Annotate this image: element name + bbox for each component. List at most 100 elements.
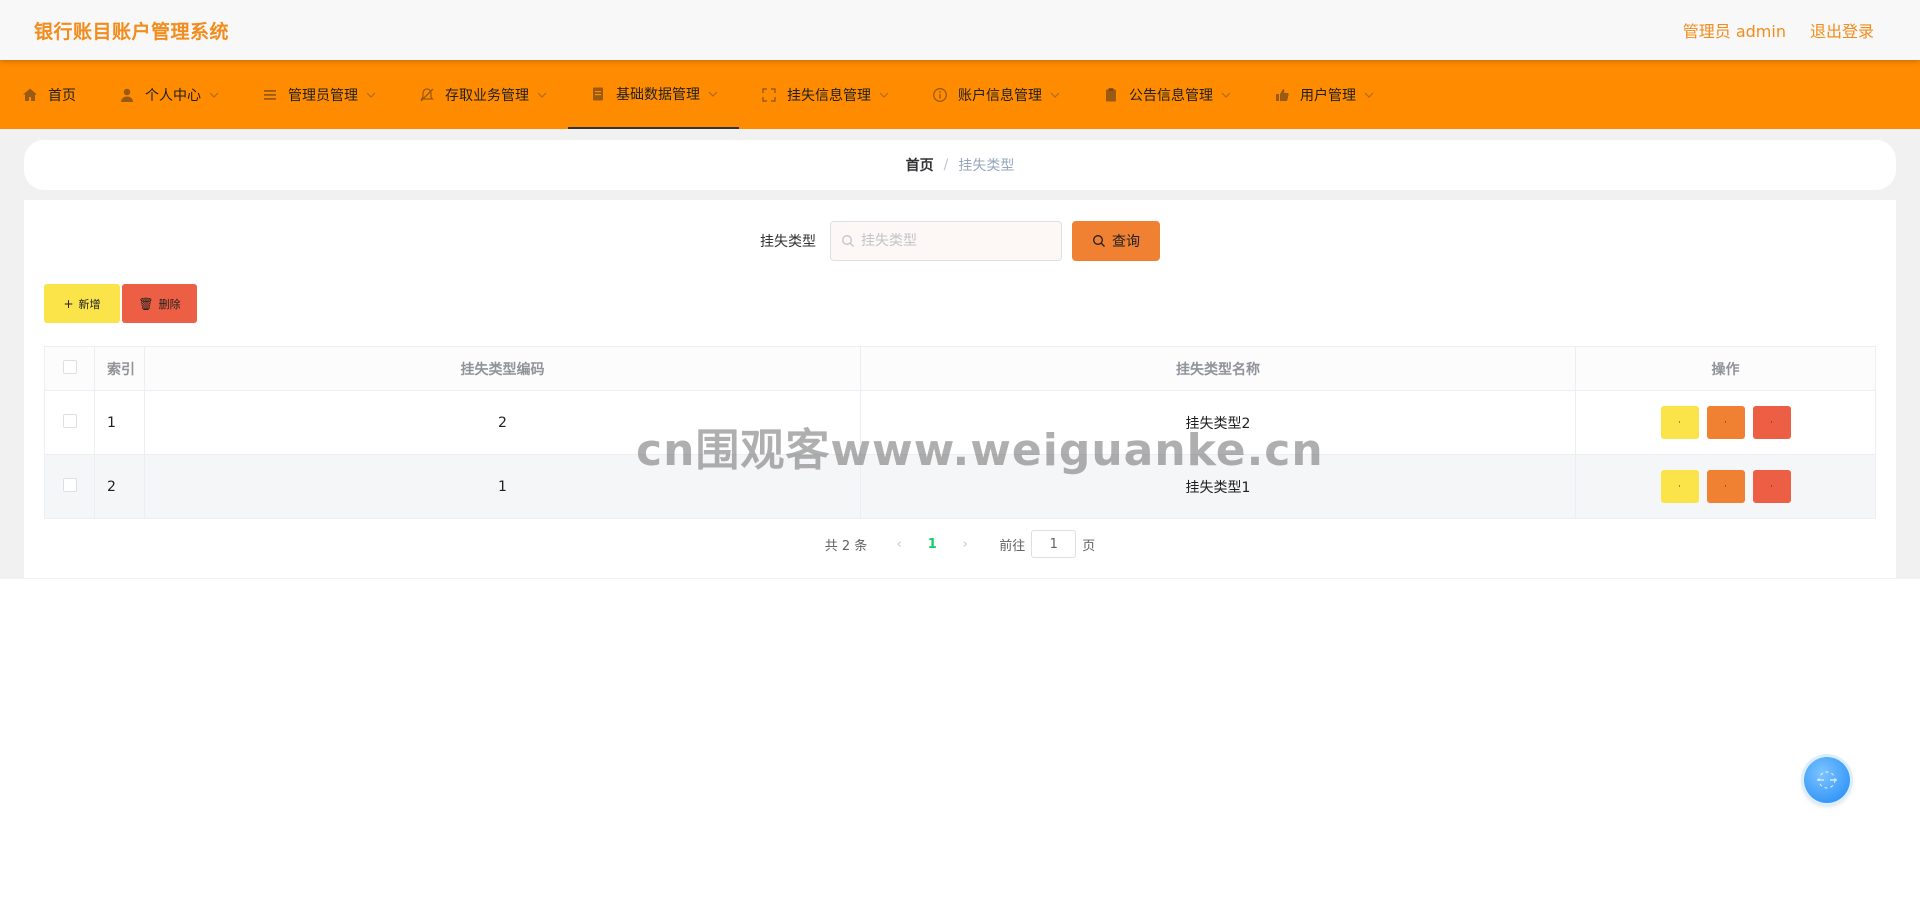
column-header-name: 挂失类型名称 [860,346,1576,391]
target-icon [1817,771,1837,789]
row-check-cell [44,454,95,519]
nav-item-account-info[interactable]: 账户信息管理 [910,60,1081,129]
document-icon [590,86,606,102]
nav-item-home[interactable]: 首页 [0,60,97,129]
data-table: 索引 挂失类型编码 挂失类型名称 操作 1 2 挂失类型2 · · · 2 1 … [44,346,1876,519]
bell-off-icon [419,87,435,103]
edit-button[interactable]: · [1706,406,1745,439]
goto-page: 前往 页 [999,530,1095,558]
column-header-index: 索引 [94,346,145,391]
row-index: 1 [94,390,145,455]
row-name: 挂失类型2 [860,390,1576,455]
breadcrumb: 首页 / 挂失类型 [24,140,1896,190]
trash-icon: 🗑 [138,296,154,311]
search-icon [1093,235,1105,247]
nav-item-loss-report[interactable]: 挂失信息管理 [739,60,910,129]
nav-item-admin[interactable]: 管理员管理 [240,60,397,129]
chevron-down-icon [708,89,718,99]
fullscreen-icon [761,87,777,103]
column-header-code: 挂失类型编码 [144,346,861,391]
row-code: 1 [144,454,861,519]
row-actions: · · · [1575,454,1876,519]
search-label: 挂失类型 [760,234,816,250]
nav-label: 用户管理 [1300,87,1356,104]
search-field[interactable] [830,221,1062,261]
row-index: 2 [94,454,145,519]
search-icon [842,235,854,247]
row-checkbox[interactable] [62,413,77,428]
delete-button-label: 删除 [158,297,181,311]
row-name: 挂失类型1 [860,454,1576,519]
plus-icon: + [63,296,74,311]
page-number[interactable]: 1 [913,537,951,552]
prev-page-icon[interactable]: ‹ [885,537,913,552]
delete-button[interactable]: 🗑 删除 [122,284,197,323]
nav-label: 个人中心 [145,87,201,104]
floating-assistant-button[interactable] [1804,757,1850,803]
nav-label: 公告信息管理 [1129,87,1213,104]
pagination-total: 共 2 条 [824,538,868,554]
nav-item-notice[interactable]: 公告信息管理 [1081,60,1252,129]
table-row: 2 1 挂失类型1 · · · [44,454,1876,519]
main-panel: 挂失类型 查询 + 新增 🗑 删除 索引 挂失类型编码 挂失类型名称 操作 [24,200,1896,578]
main-nav: 首页 个人中心 管理员管理 存取业务管理 基础数据管理 挂失信息管理 账户信息管… [0,60,1920,129]
nav-item-profile[interactable]: 个人中心 [97,60,240,129]
search-input[interactable] [861,233,1041,249]
table-header-row: 索引 挂失类型编码 挂失类型名称 操作 [44,346,1876,391]
search-button-label: 查询 [1112,234,1140,250]
user-icon [119,87,135,103]
home-icon [22,87,38,103]
search-button[interactable]: 查询 [1072,221,1160,261]
logout-link[interactable]: 退出登录 [1810,18,1874,42]
column-header-actions: 操作 [1575,346,1876,391]
nav-label: 账户信息管理 [958,87,1042,104]
row-actions: · · · [1575,390,1876,455]
view-button[interactable]: · [1660,470,1699,503]
breadcrumb-current: 挂失类型 [958,158,1015,174]
nav-item-basic-data[interactable]: 基础数据管理 [568,60,739,129]
chevron-down-icon [1221,90,1231,100]
chevron-down-icon [209,90,219,100]
row-delete-button[interactable]: · [1752,470,1791,503]
goto-label: 前往 [999,538,1026,554]
chevron-down-icon [879,90,889,100]
top-right-links: 管理员 admin 退出登录 [1683,18,1874,42]
breadcrumb-separator: / [943,157,949,173]
row-checkbox[interactable] [62,477,77,492]
admin-user-label[interactable]: 管理员 admin [1683,18,1786,42]
row-code: 2 [144,390,861,455]
select-all-checkbox[interactable] [62,359,77,374]
table-row: 1 2 挂失类型2 · · · [44,390,1876,455]
row-check-cell [44,390,95,455]
nav-label: 首页 [48,87,76,104]
breadcrumb-home[interactable]: 首页 [906,155,934,175]
row-delete-button[interactable]: · [1752,406,1791,439]
chevron-down-icon [537,90,547,100]
action-buttons: + 新增 🗑 删除 [44,284,197,323]
top-header: 银行账目账户管理系统 管理员 admin 退出登录 [0,0,1920,60]
nav-label: 基础数据管理 [616,86,700,103]
view-button[interactable]: · [1660,406,1699,439]
info-icon [932,87,948,103]
pagination: 共 2 条 ‹ 1 › 前往 页 [24,530,1896,558]
nav-item-deposit[interactable]: 存取业务管理 [397,60,568,129]
next-page-icon[interactable]: › [951,537,979,552]
app-title: 银行账目账户管理系统 [34,20,230,43]
nav-label: 存取业务管理 [445,87,529,104]
add-button[interactable]: + 新增 [44,284,120,323]
chevron-down-icon [366,90,376,100]
page-suffix: 页 [1082,538,1096,554]
nav-label: 管理员管理 [288,87,358,104]
thumb-icon [1274,87,1290,103]
chevron-down-icon [1364,90,1374,100]
chevron-down-icon [1050,90,1060,100]
clipboard-icon [1103,87,1119,103]
add-button-label: 新增 [78,297,101,311]
goto-page-input[interactable] [1031,530,1077,558]
nav-item-users[interactable]: 用户管理 [1252,60,1395,129]
select-all-cell [44,346,95,391]
nav-label: 挂失信息管理 [787,87,871,104]
search-form: 挂失类型 查询 [24,221,1896,261]
list-icon [262,87,278,103]
edit-button[interactable]: · [1706,470,1745,503]
